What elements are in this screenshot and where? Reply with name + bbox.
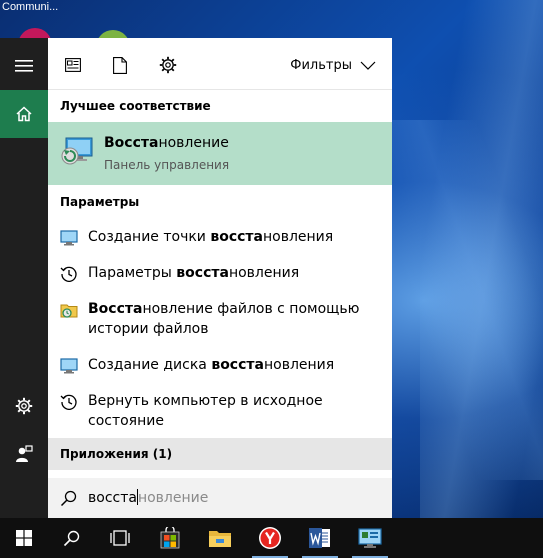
store-app-button[interactable]: [146, 518, 194, 558]
settings-heading: Параметры: [60, 195, 140, 209]
result-highlight: восста: [176, 265, 229, 281]
hamburger-menu-icon: [15, 60, 33, 72]
feedback-button[interactable]: [0, 430, 48, 478]
expand-menu-button[interactable]: [0, 42, 48, 90]
best-match-subtitle: Панель управления: [104, 158, 230, 172]
result-text: новления: [263, 229, 334, 245]
result-text: новления: [228, 265, 300, 281]
settings-result-label: Вернуть компьютер в исходное состояние: [88, 391, 378, 431]
result-text: новления: [263, 357, 335, 373]
filters-label: Фильтры: [290, 57, 352, 73]
store-icon: [160, 527, 180, 549]
documents-tab[interactable]: [111, 56, 129, 74]
search-input[interactable]: восстановление: [88, 489, 208, 507]
wallpaper-light-beam: [390, 120, 543, 480]
monitor-icon: [60, 358, 78, 374]
search-box[interactable]: восстановление: [48, 478, 392, 518]
yandex-browser-button[interactable]: [246, 518, 294, 558]
home-icon: [16, 106, 32, 122]
gear-icon: [15, 397, 33, 415]
result-highlight: восста: [211, 357, 264, 373]
panel-header: Фильтры: [48, 38, 392, 90]
search-icon: [63, 530, 80, 547]
settings-result-label: Создание диска восстановления: [88, 355, 378, 375]
history-icon: [60, 394, 77, 410]
apps-heading: Приложения (1): [60, 447, 173, 461]
search-icon: [60, 490, 77, 507]
settings-button[interactable]: [0, 382, 48, 430]
search-autocomplete-hint: новление: [137, 490, 209, 506]
word-icon: [309, 528, 330, 548]
result-text: Создание точки: [88, 229, 211, 245]
file-history-icon: [60, 304, 78, 318]
best-match-title: Восстановление: [104, 135, 229, 151]
settings-tab[interactable]: [159, 56, 177, 74]
control-panel-button[interactable]: [346, 518, 394, 558]
control-panel-icon: [358, 528, 382, 548]
filters-dropdown[interactable]: Фильтры: [290, 56, 376, 74]
document-icon: [113, 56, 127, 74]
file-explorer-icon: [209, 531, 231, 547]
result-highlight: Восста: [88, 301, 143, 317]
start-button[interactable]: [0, 518, 48, 558]
news-icon: [65, 58, 81, 72]
taskbar: [0, 518, 543, 558]
task-view-button[interactable]: [96, 518, 144, 558]
search-panel: Фильтры Лучшее соответствие Восстановлен…: [48, 38, 392, 518]
feedback-person-icon: [16, 445, 33, 462]
settings-result-item[interactable]: Восстановление файлов с помощью истории …: [48, 299, 392, 341]
settings-result-item[interactable]: Создание диска восстановления: [48, 355, 392, 377]
best-match-title-highlight: Восста: [104, 135, 159, 151]
settings-result-item[interactable]: Создание точки восстановления: [48, 227, 392, 249]
file-explorer-button[interactable]: [196, 518, 244, 558]
chevron-down-icon: [360, 61, 376, 70]
recovery-control-panel-icon: [61, 137, 93, 165]
settings-result-item[interactable]: Параметры восстановления: [48, 263, 392, 285]
best-match-result[interactable]: Восстановление Панель управления: [48, 122, 392, 185]
news-tab[interactable]: [64, 56, 82, 74]
search-typed-text: восста: [88, 490, 137, 506]
settings-result-item[interactable]: Вернуть компьютер в исходное состояние: [48, 391, 392, 433]
task-view-icon: [110, 530, 130, 546]
windows-start-icon: [16, 530, 32, 546]
best-match-title-rest: новление: [158, 135, 229, 151]
result-text: Создание диска: [88, 357, 212, 373]
home-button[interactable]: [0, 90, 48, 138]
settings-result-label: Параметры восстановления: [88, 263, 378, 283]
settings-result-label: Создание точки восстановления: [88, 227, 378, 247]
monitor-icon: [60, 230, 78, 246]
result-text: Вернуть компьютер в исходное состояние: [88, 393, 323, 429]
start-rail: [0, 38, 48, 518]
yandex-browser-icon: [259, 527, 281, 549]
word-app-button[interactable]: [296, 518, 344, 558]
history-icon: [60, 266, 77, 282]
gear-icon: [159, 56, 177, 74]
best-match-heading: Лучшее соответствие: [60, 99, 211, 113]
settings-result-label: Восстановление файлов с помощью истории …: [88, 299, 378, 339]
desktop-window-label[interactable]: Communi...: [0, 0, 58, 16]
taskbar-search-button[interactable]: [48, 518, 96, 558]
apps-section-header[interactable]: Приложения (1): [48, 438, 392, 470]
result-highlight: восста: [210, 229, 263, 245]
result-text: Параметры: [88, 265, 177, 281]
